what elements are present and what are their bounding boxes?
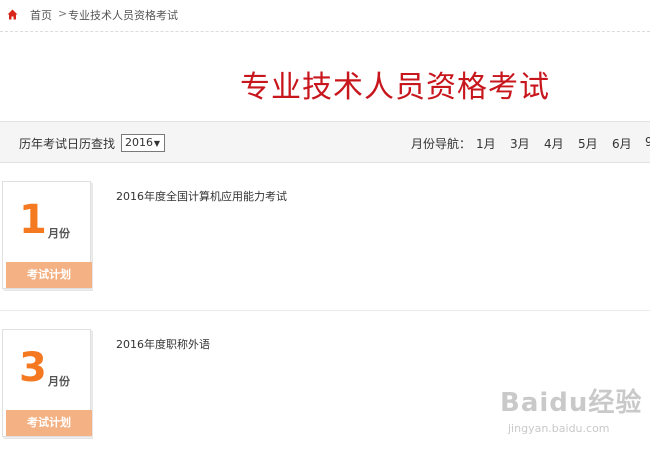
month-nav-jan[interactable]: 1月 xyxy=(476,135,496,152)
divider xyxy=(0,31,650,32)
month-card-mar: 3 月份 考试计划 xyxy=(2,329,92,437)
month-unit: 月份 xyxy=(48,227,70,240)
calendar-toolbar: 历年考试日历查找 2016 ▼ 月份导航： 1月 3月 4月 5月 6月 9 xyxy=(0,121,650,163)
month-nav-sep[interactable]: 9 xyxy=(645,135,650,149)
breadcrumb-current: 专业技术人员资格考试 xyxy=(68,9,178,22)
row-divider xyxy=(0,310,650,311)
month-nav-mar[interactable]: 3月 xyxy=(510,135,530,152)
month-number: 1 xyxy=(19,197,47,243)
watermark-brand: Baidu经验 xyxy=(500,388,643,418)
baidu-jingyan-watermark: Baidu经验 jingyan.baidu.com xyxy=(500,382,645,444)
exam-link[interactable]: 2016年度全国计算机应用能力考试 xyxy=(116,188,287,204)
month-nav-jun[interactable]: 6月 xyxy=(612,135,632,152)
month-nav-may[interactable]: 5月 xyxy=(578,135,598,152)
breadcrumb: 首页 > 专业技术人员资格考试 xyxy=(0,0,650,30)
exam-plan-button[interactable]: 考试计划 xyxy=(6,410,92,436)
home-icon[interactable] xyxy=(7,9,18,20)
breadcrumb-separator: > xyxy=(58,7,68,20)
month-card-jan: 1 月份 考试计划 xyxy=(2,181,92,289)
month-number: 3 xyxy=(19,345,47,391)
chevron-down-icon: ▼ xyxy=(153,139,160,148)
exam-plan-button[interactable]: 考试计划 xyxy=(6,262,92,288)
breadcrumb-home-link[interactable]: 首页 xyxy=(30,7,52,23)
year-select[interactable]: 2016 ▼ xyxy=(121,134,165,152)
month-unit: 月份 xyxy=(48,375,70,388)
year-select-value: 2016 xyxy=(125,136,153,149)
month-nav-apr[interactable]: 4月 xyxy=(544,135,564,152)
page-title: 专业技术人员资格考试 xyxy=(240,70,550,105)
month-nav-label: 月份导航： xyxy=(411,137,472,151)
watermark-url: jingyan.baidu.com xyxy=(508,422,610,435)
year-search-label: 历年考试日历查找 xyxy=(19,137,116,151)
exam-link[interactable]: 2016年度职称外语 xyxy=(116,336,210,352)
